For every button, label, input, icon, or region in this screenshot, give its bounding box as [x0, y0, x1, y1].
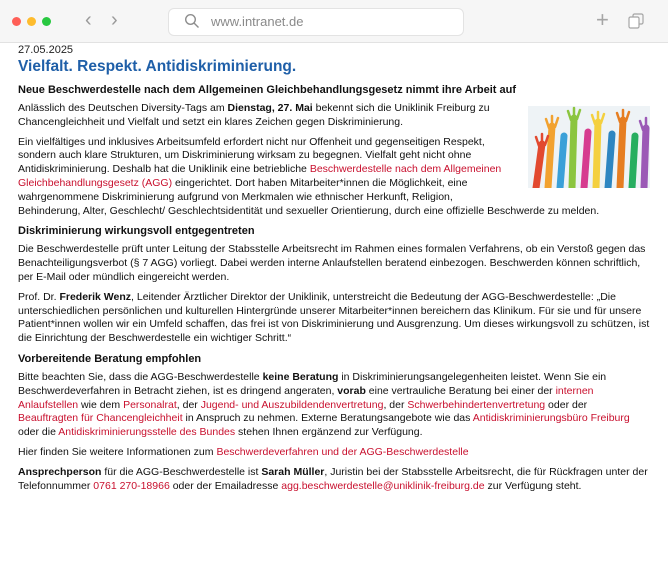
- article-date: 27.05.2025: [18, 44, 74, 56]
- zoom-window-button[interactable]: [42, 17, 51, 26]
- minimize-window-button[interactable]: [27, 17, 36, 26]
- adb-freiburg-link[interactable]: Antidiskriminierungsbüro Freiburg: [473, 412, 630, 424]
- phone-link[interactable]: 0761 270-18966: [93, 480, 170, 492]
- url-text: www.intranet.de: [211, 14, 304, 29]
- jav-link[interactable]: Jugend- und Auszubildendenvertretung: [201, 399, 384, 411]
- personalrat-link[interactable]: Personalrat: [123, 399, 177, 411]
- new-tab-icon[interactable]: +: [596, 9, 609, 31]
- info-paragraph: Hier finden Sie weitere Informationen zu…: [18, 445, 469, 458]
- article-subtitle: Neue Beschwerdestelle nach dem Allgemein…: [18, 84, 516, 96]
- address-bar[interactable]: www.intranet.de: [168, 8, 464, 36]
- sbv-link[interactable]: Schwerbehindertenvertretung: [407, 399, 545, 411]
- quote-paragraph: Prof. Dr. Frederik Wenz, Leitender Ärztl…: [18, 290, 650, 345]
- article-title: Vielfalt. Respekt. Antidiskriminierung.: [18, 58, 297, 75]
- ads-bund-link[interactable]: Antidiskriminierungsstelle des Bundes: [58, 426, 235, 438]
- forward-icon[interactable]: ›: [111, 9, 118, 31]
- contact-paragraph: Ansprechperson für die AGG-Beschwerdeste…: [18, 465, 648, 492]
- close-window-button[interactable]: [12, 17, 21, 26]
- search-icon: [184, 13, 199, 28]
- procedure-paragraph: Die Beschwerdestelle prüft unter Leitung…: [18, 243, 646, 283]
- procedure-info-link[interactable]: Beschwerdeverfahren und der AGG-Beschwer…: [216, 446, 468, 458]
- browser-window: ‹ › www.intranet.de + 27.05.2025 Vielfal…: [0, 0, 668, 580]
- back-icon[interactable]: ‹: [85, 9, 92, 31]
- equal-opportunity-link[interactable]: Beauftragten für Chancengleichheit: [18, 412, 183, 424]
- section-heading-2: Vorbereitende Beratung empfohlen: [18, 352, 202, 365]
- browser-toolbar: ‹ › www.intranet.de +: [0, 0, 668, 43]
- section-heading-1: Diskriminierung wirkungsvoll entgegentre…: [18, 225, 255, 238]
- advice-paragraph: Bitte beachten Sie, dass die AGG-Beschwe…: [18, 370, 630, 439]
- tabs-overview-icon[interactable]: [628, 13, 644, 29]
- raised-colorful-hands-image: [528, 106, 650, 188]
- email-link[interactable]: agg.beschwerdestelle@uniklinik-freiburg.…: [281, 480, 484, 492]
- article: 27.05.2025 Vielfalt. Respekt. Antidiskri…: [18, 44, 650, 499]
